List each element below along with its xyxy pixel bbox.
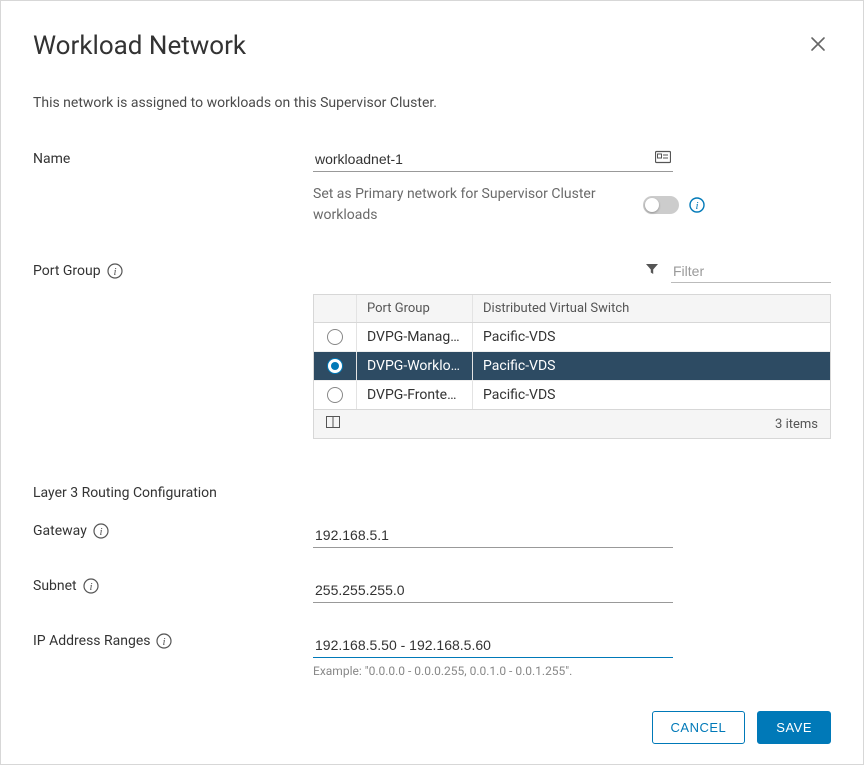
gateway-info-icon[interactable]: i [93,523,109,539]
columns-icon [326,416,340,428]
table-header: Port Group Distributed Virtual Switch [314,295,830,323]
primary-network-label: Set as Primary network for Supervisor Cl… [313,184,643,226]
toggle-knob [645,198,659,212]
ip-ranges-info-icon[interactable]: i [156,633,172,649]
filter-input[interactable] [671,260,831,283]
name-label: Name [33,147,313,167]
dvs-cell: Pacific-VDS [472,381,830,409]
col-header-port-group[interactable]: Port Group [356,295,472,322]
primary-network-toggle[interactable] [643,196,679,214]
radio-button[interactable] [327,358,343,374]
port-group-label-text: Port Group [33,263,101,279]
modal-description: This network is assigned to workloads on… [33,95,831,111]
radio-button[interactable] [327,387,343,403]
close-icon [809,35,827,53]
table-row[interactable]: DVPG-ManagementPacific-VDS [314,323,830,352]
l3-heading: Layer 3 Routing Configuration [33,485,831,501]
port-group-cell: DVPG-Workload [356,352,472,380]
port-group-info-icon[interactable]: i [107,263,123,279]
ip-ranges-helper: Example: "0.0.0.0 - 0.0.0.255, 0.0.1.0 -… [313,664,673,678]
subnet-label: Subnet i [33,578,313,594]
save-button[interactable]: SAVE [757,711,831,744]
gateway-label: Gateway i [33,523,313,539]
table-row[interactable]: DVPG-FrontendPacific-VDS [314,381,830,409]
cancel-button[interactable]: CANCEL [652,711,746,744]
port-group-label: Port Group i [33,263,641,279]
name-input[interactable] [313,147,673,172]
close-button[interactable] [805,31,831,57]
table-row-count: 3 items [775,417,818,432]
col-header-dvs[interactable]: Distributed Virtual Switch [472,295,830,322]
filter-button[interactable] [641,258,663,284]
svg-text:i: i [113,266,116,278]
gateway-input[interactable] [313,523,673,548]
table-row[interactable]: DVPG-WorkloadPacific-VDS [314,352,830,381]
port-group-table: Port Group Distributed Virtual Switch DV… [313,294,831,439]
svg-text:i: i [163,636,166,648]
svg-text:i: i [89,581,92,593]
subnet-info-icon[interactable]: i [83,578,99,594]
port-group-cell: DVPG-Frontend [356,381,472,409]
id-card-icon [655,150,671,164]
column-picker-button[interactable] [324,414,342,434]
svg-text:i: i [695,200,698,212]
port-group-cell: DVPG-Management [356,323,472,351]
subnet-input[interactable] [313,578,673,603]
ip-ranges-input[interactable] [313,633,673,658]
primary-network-info-icon[interactable]: i [689,197,705,213]
ip-ranges-label-text: IP Address Ranges [33,633,150,649]
subnet-label-text: Subnet [33,578,77,594]
radio-button[interactable] [327,329,343,345]
modal-title: Workload Network [33,31,246,61]
workload-network-modal: Workload Network This network is assigne… [0,0,864,765]
svg-text:i: i [99,526,102,538]
dvs-cell: Pacific-VDS [472,352,830,380]
gateway-label-text: Gateway [33,523,87,539]
name-suffix-icon[interactable] [655,150,671,168]
funnel-icon [645,262,659,276]
dvs-cell: Pacific-VDS [472,323,830,351]
ip-ranges-label: IP Address Ranges i [33,633,313,649]
radio-inner [331,362,339,370]
